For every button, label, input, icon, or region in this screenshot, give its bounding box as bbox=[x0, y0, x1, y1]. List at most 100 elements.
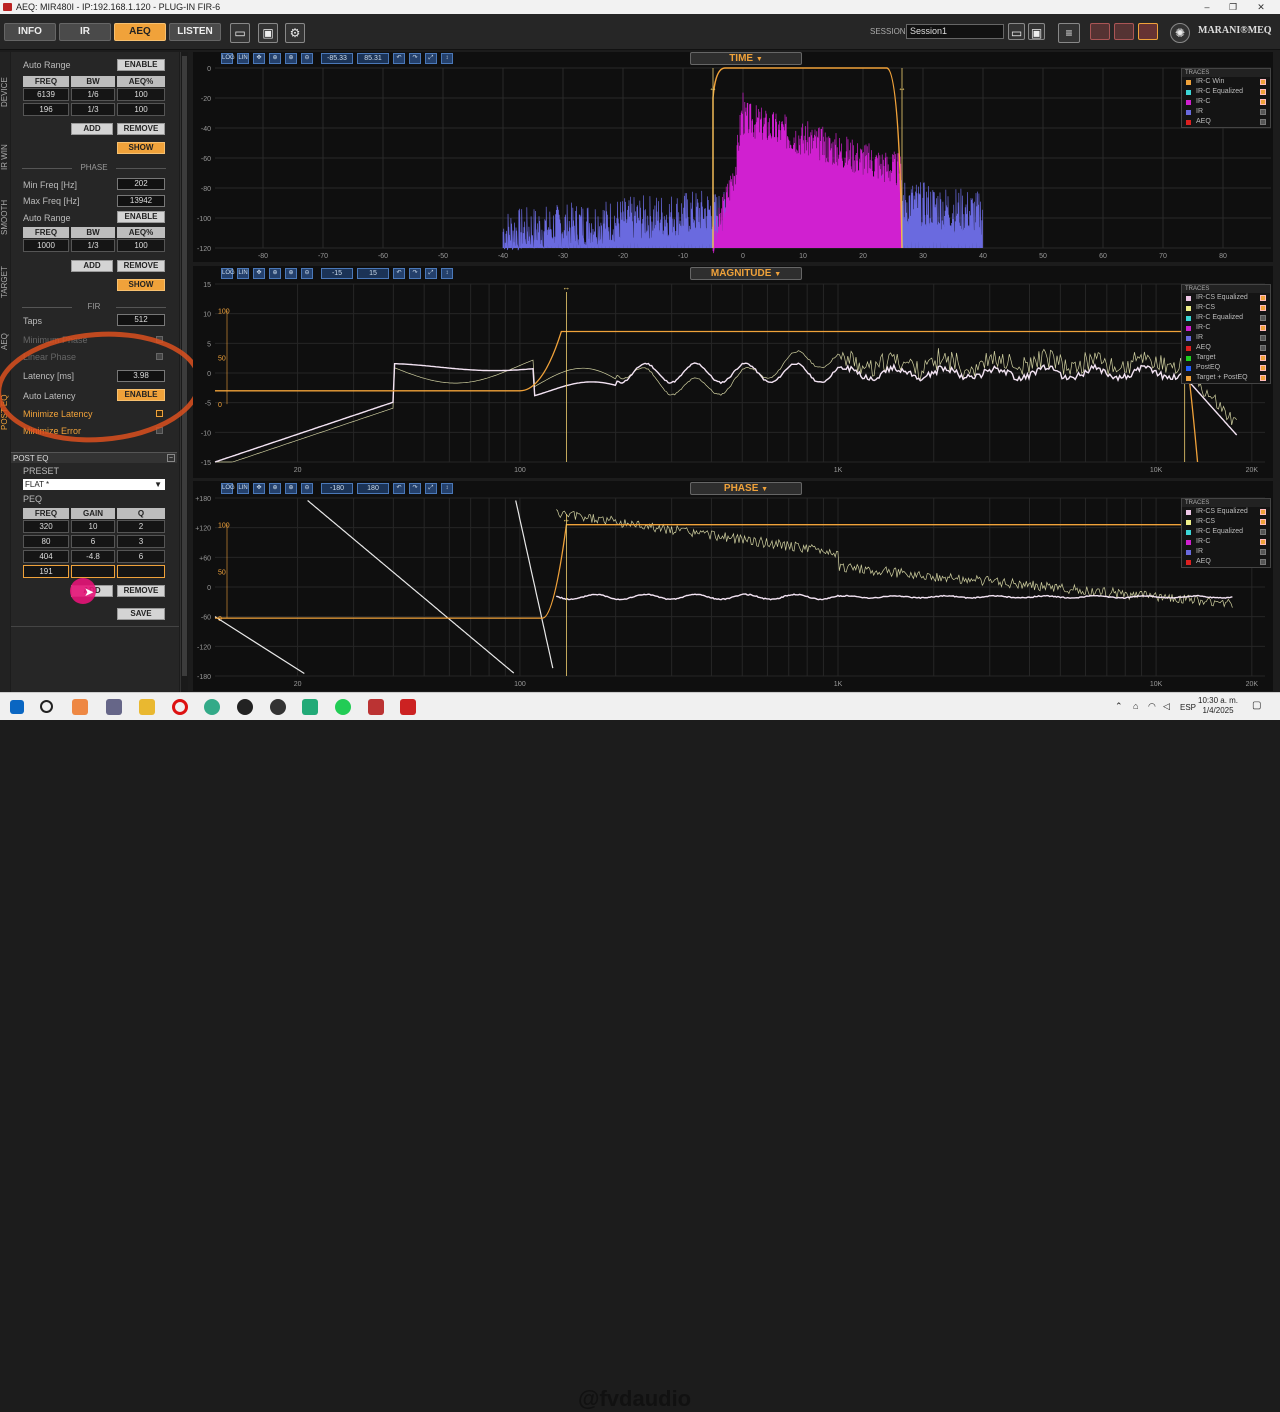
mag-legend-item[interactable]: Target bbox=[1182, 353, 1270, 363]
trace-visible-checkbox[interactable] bbox=[1260, 315, 1266, 321]
phase-add-button[interactable]: ADD bbox=[71, 260, 113, 272]
phase-legend-item[interactable]: IR bbox=[1182, 547, 1270, 557]
peq-row4-q[interactable] bbox=[117, 565, 165, 578]
phase-zoom-in-icon[interactable]: ⊕ bbox=[269, 483, 281, 494]
view-button-3-icon[interactable] bbox=[1138, 23, 1158, 40]
mag-row2-bw[interactable]: 1/3 bbox=[71, 103, 115, 116]
device-icon[interactable]: ≡ bbox=[1058, 23, 1080, 43]
trace-visible-checkbox[interactable] bbox=[1260, 529, 1266, 535]
mag-remove-button[interactable]: REMOVE bbox=[117, 123, 165, 135]
session-name-input[interactable]: Session1 bbox=[906, 24, 1004, 39]
phase-undo-icon[interactable]: ↶ bbox=[393, 483, 405, 494]
trace-visible-checkbox[interactable] bbox=[1260, 119, 1266, 125]
trace-visible-checkbox[interactable] bbox=[1260, 325, 1266, 331]
mag-pan-icon[interactable]: ✥ bbox=[253, 268, 265, 279]
opera-icon[interactable] bbox=[172, 699, 188, 715]
trace-visible-checkbox[interactable] bbox=[1260, 539, 1266, 545]
maximize-icon[interactable]: ❐ bbox=[1222, 0, 1244, 14]
windows-start-icon[interactable] bbox=[10, 700, 24, 714]
phase-remove-button[interactable]: REMOVE bbox=[117, 260, 165, 272]
phase-zoom-out-icon[interactable]: ⊖ bbox=[301, 483, 313, 494]
tab-listen[interactable]: LISTEN bbox=[169, 23, 221, 41]
time-log-scale-button[interactable]: LOG bbox=[221, 53, 235, 64]
language-indicator[interactable]: ESP bbox=[1180, 703, 1196, 712]
app-icon-7[interactable] bbox=[237, 699, 253, 715]
mag-legend-item[interactable]: IR-C bbox=[1182, 323, 1270, 333]
trace-visible-checkbox[interactable] bbox=[1260, 509, 1266, 515]
mag-legend-item[interactable]: AEQ bbox=[1182, 343, 1270, 353]
collapse-icon[interactable]: – bbox=[167, 454, 175, 462]
phase-row1-freq[interactable]: 1000 bbox=[23, 239, 69, 252]
phase-redo-icon[interactable]: ↷ bbox=[409, 483, 421, 494]
phase-legend-item[interactable]: IR-CS bbox=[1182, 517, 1270, 527]
mag-row1-bw[interactable]: 1/6 bbox=[71, 88, 115, 101]
copilot-icon[interactable] bbox=[72, 699, 88, 715]
phase-legend-item[interactable]: IR-CS Equalized bbox=[1182, 507, 1270, 517]
time-chart[interactable]: -80 -70 -60 -50 -40 -30 -20 -10 0 10 20 30 40 50 60 70 8… bbox=[193, 66, 1273, 262]
trace-visible-checkbox[interactable] bbox=[1260, 79, 1266, 85]
mag-expand-icon[interactable]: ↕ bbox=[441, 268, 453, 279]
phase-zoom-x-icon[interactable]: ⊕ bbox=[285, 483, 297, 494]
phase-lin-scale-button[interactable]: LIN bbox=[237, 483, 249, 494]
phase-expand-icon[interactable]: ↕ bbox=[441, 483, 453, 494]
sidetab-ir-win[interactable]: IR WIN bbox=[0, 132, 10, 182]
time-fit-icon[interactable]: ⤢ bbox=[425, 53, 437, 64]
phase-row1-bw[interactable]: 1/3 bbox=[71, 239, 115, 252]
search-icon[interactable] bbox=[40, 700, 53, 713]
mag-legend-item[interactable]: PostEQ bbox=[1182, 363, 1270, 373]
magnitude-chart[interactable]: 201001K10K20K151050-5-10-15100500↔↔ bbox=[193, 282, 1273, 478]
trace-visible-checkbox[interactable] bbox=[1260, 549, 1266, 555]
mag-show-button[interactable]: SHOW bbox=[117, 142, 165, 154]
mag-zoom-in-icon[interactable]: ⊕ bbox=[269, 268, 281, 279]
phase-legend-item[interactable]: IR-C Equalized bbox=[1182, 527, 1270, 537]
marani-app-icon[interactable] bbox=[400, 699, 416, 715]
peq-row3-q[interactable]: 6 bbox=[117, 550, 165, 563]
mag-lin-scale-button[interactable]: LIN bbox=[237, 268, 249, 279]
whatsapp-icon[interactable] bbox=[335, 699, 351, 715]
calculator-icon[interactable] bbox=[302, 699, 318, 715]
mag-fit-icon[interactable]: ⤢ bbox=[425, 268, 437, 279]
wifi-icon[interactable]: ◠ bbox=[1148, 701, 1156, 712]
time-legend-item[interactable]: IR-C bbox=[1182, 97, 1270, 107]
mag-log-scale-button[interactable]: LOG bbox=[221, 268, 235, 279]
mag-redo-icon[interactable]: ↷ bbox=[409, 268, 421, 279]
time-expand-icon[interactable]: ↕ bbox=[441, 53, 453, 64]
mag-legend-item[interactable]: Target + PostEQ bbox=[1182, 373, 1270, 383]
mag-auto-range-enable-button[interactable]: ENABLE bbox=[117, 59, 165, 71]
time-undo-icon[interactable]: ↶ bbox=[393, 53, 405, 64]
trace-visible-checkbox[interactable] bbox=[1260, 109, 1266, 115]
fir-taps-input[interactable]: 512 bbox=[117, 314, 165, 326]
view-button-1-icon[interactable] bbox=[1090, 23, 1110, 40]
time-lin-scale-button[interactable]: LIN bbox=[237, 53, 249, 64]
trace-visible-checkbox[interactable] bbox=[1260, 305, 1266, 311]
app-icon-8[interactable] bbox=[270, 699, 286, 715]
tab-info[interactable]: INFO bbox=[4, 23, 56, 41]
time-legend-item[interactable]: IR-C Win bbox=[1182, 77, 1270, 87]
time-range-min[interactable]: -85.33 bbox=[321, 53, 353, 64]
mag-row2-freq[interactable]: 196 bbox=[23, 103, 69, 116]
phase-legend-item[interactable]: IR-C bbox=[1182, 537, 1270, 547]
sidetab-smooth[interactable]: SMOOTH bbox=[0, 192, 10, 242]
settings-gear-icon[interactable]: ⚙ bbox=[285, 23, 305, 43]
trace-visible-checkbox[interactable] bbox=[1260, 355, 1266, 361]
time-range-max[interactable]: 85.31 bbox=[357, 53, 389, 64]
peq-row3-freq[interactable]: 404 bbox=[23, 550, 69, 563]
minimize-icon[interactable]: – bbox=[1196, 0, 1218, 14]
time-legend-item[interactable]: AEQ bbox=[1182, 117, 1270, 127]
phase-range-min[interactable]: -180 bbox=[321, 483, 353, 494]
phase-max-freq-input[interactable]: 13942 bbox=[117, 195, 165, 207]
mag-row2-aeq[interactable]: 100 bbox=[117, 103, 165, 116]
sidetab-aeq[interactable]: AEQ bbox=[0, 322, 10, 362]
phase-fit-icon[interactable]: ⤢ bbox=[425, 483, 437, 494]
peq-remove-button[interactable]: REMOVE bbox=[117, 585, 165, 597]
chrome-icon[interactable] bbox=[204, 699, 220, 715]
mag-undo-icon[interactable]: ↶ bbox=[393, 268, 405, 279]
mag-row1-freq[interactable]: 6139 bbox=[23, 88, 69, 101]
trace-visible-checkbox[interactable] bbox=[1260, 519, 1266, 525]
sidetab-target[interactable]: TARGET bbox=[0, 257, 10, 307]
mag-add-button[interactable]: ADD bbox=[71, 123, 113, 135]
app-icon-2[interactable] bbox=[106, 699, 122, 715]
mag-legend-item[interactable]: IR-C Equalized bbox=[1182, 313, 1270, 323]
phase-row1-aeq[interactable]: 100 bbox=[117, 239, 165, 252]
peq-row1-gain[interactable]: 10 bbox=[71, 520, 115, 533]
